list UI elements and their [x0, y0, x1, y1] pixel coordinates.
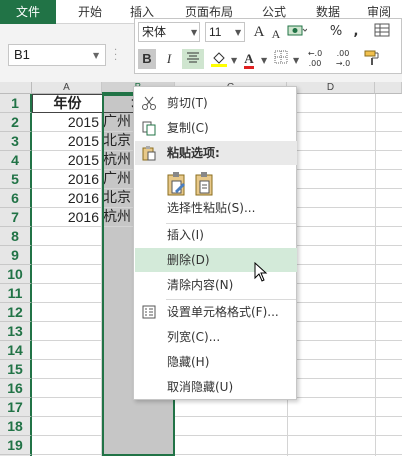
mouse-cursor-icon [254, 262, 268, 282]
decrease-decimal-icon: .00 →.0 [335, 49, 351, 68]
row-header[interactable]: 14 [0, 341, 32, 360]
tab-file[interactable]: 文件 [0, 0, 56, 24]
menu-item-paste-special[interactable]: 选择性粘贴(S)... [135, 196, 297, 220]
row-header[interactable]: 11 [0, 284, 32, 303]
menu-item-copy[interactable]: 复制(C) [135, 116, 297, 140]
increase-decimal-button[interactable]: ←.0.00 [303, 49, 327, 69]
chevron-down-icon[interactable]: ▼ [93, 51, 99, 60]
context-menu: 剪切(T) 复制(C) 粘贴选项: 选择性粘贴(S)... 插入(I) 删除(D… [133, 86, 297, 400]
paste-values-icon [195, 172, 213, 196]
gridline [375, 94, 376, 456]
decrease-decimal-button[interactable]: .00 →.0 [331, 49, 355, 69]
row-header[interactable]: 10 [0, 265, 32, 284]
row-header[interactable]: 5 [0, 170, 32, 189]
table-icon [374, 23, 390, 37]
menu-item-cut[interactable]: 剪切(T) [135, 91, 297, 115]
row-header[interactable]: 19 [0, 436, 32, 455]
format-painter-button[interactable] [361, 49, 383, 69]
cell-a5[interactable]: 2016 [32, 170, 102, 189]
row-header[interactable]: 12 [0, 303, 32, 322]
chevron-down-icon[interactable]: ▼ [293, 56, 299, 65]
row-header[interactable]: 8 [0, 227, 32, 246]
cell-a2[interactable]: 2015 [32, 113, 102, 132]
borders-icon [274, 50, 288, 64]
paste-icon [167, 172, 185, 196]
drag-handle-icon: · · · [114, 45, 117, 66]
cell-a3[interactable]: 2015 [32, 132, 102, 151]
menu-label: 复制(C) [167, 121, 209, 135]
row-header[interactable]: 17 [0, 398, 32, 417]
column-header-d[interactable]: D [287, 82, 375, 94]
menu-label: 删除(D) [167, 253, 210, 267]
menu-item-hide[interactable]: 隐藏(H) [135, 350, 297, 374]
row-header[interactable]: 16 [0, 379, 32, 398]
scissors-icon [142, 96, 156, 110]
paste-values-button[interactable] [193, 171, 217, 197]
bold-button[interactable]: B [138, 49, 156, 69]
menu-label: 剪切(T) [167, 96, 208, 110]
menu-label: 隐藏(H) [167, 355, 210, 369]
name-box[interactable]: B1 [8, 44, 106, 66]
row-header[interactable]: 7 [0, 208, 32, 227]
column-header-a[interactable]: A [32, 82, 102, 94]
currency-format-button[interactable] [285, 22, 309, 42]
font-color-button[interactable]: A [239, 49, 259, 69]
row-header[interactable]: 9 [0, 246, 32, 265]
menu-label: 粘贴选项: [167, 146, 220, 160]
row-header[interactable]: 3 [0, 132, 32, 151]
cell-a6[interactable]: 2016 [32, 189, 102, 208]
mini-toolbar: 宋体 ▼ 11 ▼ A A % , B I ▼ A ▼ ▼ ←.0.00 .00… [134, 18, 402, 74]
menu-item-format-cells[interactable]: 设置单元格格式(F)... [135, 300, 297, 324]
format-cells-icon [142, 305, 156, 319]
row-header[interactable]: 15 [0, 360, 32, 379]
borders-button[interactable] [271, 49, 291, 69]
font-color-icon: A [244, 52, 254, 69]
comma-button[interactable]: , [349, 22, 363, 42]
increase-decimal-icon: ←.0.00 [307, 49, 323, 68]
fill-color-button[interactable] [208, 49, 230, 69]
cell-a4[interactable]: 2015 [32, 151, 102, 170]
increase-font-icon[interactable]: A [251, 22, 267, 42]
chevron-down-icon[interactable]: ▼ [235, 28, 241, 37]
menu-label: 列宽(C)... [167, 330, 221, 344]
italic-button[interactable]: I [160, 49, 178, 69]
decrease-font-icon[interactable]: A [269, 24, 283, 44]
menu-item-clear-contents[interactable]: 清除内容(N) [135, 273, 297, 297]
chevron-down-icon[interactable]: ▼ [231, 56, 237, 65]
format-table-button[interactable] [371, 22, 393, 42]
menu-label: 清除内容(N) [167, 278, 234, 292]
chevron-down-icon[interactable]: ▼ [191, 28, 197, 37]
percent-button[interactable]: % [327, 22, 345, 42]
align-center-icon [187, 52, 199, 63]
format-painter-icon [364, 50, 379, 65]
currency-icon [287, 25, 308, 36]
cell-a1[interactable]: 年份 [32, 94, 103, 113]
menu-item-insert[interactable]: 插入(I) [135, 223, 297, 247]
menu-label: 选择性粘贴(S)... [167, 201, 256, 215]
menu-item-unhide[interactable]: 取消隐藏(U) [135, 375, 297, 399]
align-center-button[interactable] [182, 49, 204, 69]
clipboard-icon [142, 146, 156, 161]
menu-label: 设置单元格格式(F)... [167, 305, 279, 319]
menu-heading-paste-options: 粘贴选项: [135, 141, 297, 165]
menu-item-column-width[interactable]: 列宽(C)... [135, 325, 297, 349]
row-header[interactable]: 18 [0, 417, 32, 436]
menu-label: 插入(I) [167, 228, 204, 242]
empty-cells-col-a[interactable] [32, 227, 102, 456]
chevron-down-icon[interactable]: ▼ [261, 56, 267, 65]
fill-bucket-icon [211, 52, 227, 67]
copy-icon [142, 121, 156, 136]
column-header-e[interactable] [375, 82, 402, 94]
menu-label: 取消隐藏(U) [167, 380, 234, 394]
row-header[interactable]: 2 [0, 113, 32, 132]
paste-button[interactable] [165, 171, 189, 197]
menu-item-delete[interactable]: 删除(D) [135, 248, 297, 272]
row-header[interactable]: 13 [0, 322, 32, 341]
tab-home[interactable]: 开始 [66, 0, 114, 24]
select-all-corner[interactable] [0, 82, 32, 94]
cell-a7[interactable]: 2016 [32, 208, 102, 227]
row-header[interactable]: 6 [0, 189, 32, 208]
row-header[interactable]: 1 [0, 94, 32, 113]
row-header[interactable]: 4 [0, 151, 32, 170]
